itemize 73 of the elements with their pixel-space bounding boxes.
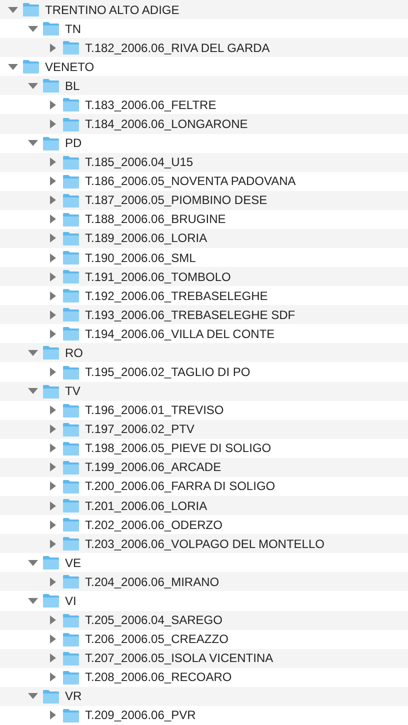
folder-name[interactable]: T.206_2006.05_CREAZZO bbox=[85, 632, 228, 646]
folder-icon bbox=[62, 612, 80, 628]
folder-icon bbox=[42, 345, 60, 360]
folder-icon bbox=[62, 517, 80, 532]
folder-name[interactable]: T.183_2006.06_FELTRE bbox=[85, 98, 216, 112]
folder-icon bbox=[42, 555, 60, 570]
folder-icon bbox=[62, 574, 80, 590]
collapse-triangle-icon[interactable] bbox=[26, 691, 40, 702]
folder-icon bbox=[42, 593, 60, 608]
folder-icon bbox=[62, 154, 80, 170]
folder-icon bbox=[62, 536, 80, 552]
folder-icon bbox=[22, 59, 40, 74]
folder-name[interactable]: VI bbox=[65, 594, 76, 608]
collapse-triangle-icon[interactable] bbox=[26, 24, 40, 34]
folder-icon bbox=[62, 230, 80, 246]
folder-icon bbox=[62, 460, 80, 475]
collapse-triangle-icon[interactable] bbox=[26, 80, 40, 91]
collapse-triangle-icon[interactable] bbox=[26, 348, 40, 358]
folder-icon bbox=[62, 402, 80, 418]
folder-icon bbox=[62, 708, 80, 723]
folder-name[interactable]: T.196_2006.01_TREVISO bbox=[85, 403, 224, 418]
folder-icon bbox=[62, 97, 80, 112]
folder-name[interactable]: TN bbox=[65, 22, 81, 36]
folder-name[interactable]: VENETO bbox=[45, 60, 94, 74]
folder-icon bbox=[62, 269, 80, 284]
folder-name[interactable]: RO bbox=[65, 346, 83, 360]
folder-name[interactable]: VR bbox=[65, 689, 82, 704]
folder-name[interactable]: T.185_2006.04_U15 bbox=[85, 155, 194, 170]
folder-name[interactable]: T.188_2006.06_BRUGINE bbox=[85, 212, 226, 226]
folder-icon bbox=[42, 21, 60, 36]
collapse-triangle-icon[interactable] bbox=[26, 596, 40, 606]
folder-name[interactable]: PD bbox=[65, 136, 82, 150]
folder-icon bbox=[62, 250, 80, 266]
folder-name[interactable]: T.202_2006.06_ODERZO bbox=[85, 518, 222, 532]
folder-name[interactable]: TV bbox=[65, 384, 80, 398]
folder-icon bbox=[62, 478, 80, 494]
folder-icon bbox=[62, 440, 80, 456]
folder-name[interactable]: T.208_2006.06_RECOARO bbox=[85, 670, 232, 684]
folder-icon bbox=[42, 78, 60, 94]
folder-name[interactable]: BL bbox=[65, 78, 80, 93]
folder-icon bbox=[62, 650, 80, 666]
folder-name[interactable]: T.186_2006.05_NOVENTA PADOVANA bbox=[85, 174, 296, 188]
folder-name[interactable]: T.195_2006.02_TAGLIO DI PO bbox=[85, 365, 250, 380]
folder-icon bbox=[62, 116, 80, 132]
folder-name[interactable]: T.194_2006.06_VILLA DEL CONTE bbox=[85, 326, 275, 341]
folder-icon bbox=[62, 364, 80, 380]
folder-icon bbox=[62, 212, 80, 227]
folder-name[interactable]: T.198_2006.05_PIEVE DI SOLIGO bbox=[85, 441, 272, 456]
collapse-triangle-icon[interactable] bbox=[6, 62, 20, 72]
folder-icon bbox=[62, 307, 80, 322]
folder-icon bbox=[62, 632, 80, 647]
folder-icon bbox=[62, 422, 80, 437]
folder-icon bbox=[62, 498, 80, 514]
folder-icon bbox=[62, 326, 80, 342]
collapse-triangle-icon[interactable] bbox=[26, 558, 40, 568]
folder-name[interactable]: VE bbox=[65, 556, 82, 570]
folder-icon bbox=[42, 136, 60, 151]
folder-icon bbox=[22, 2, 40, 18]
folder-name[interactable]: T.209_2006.06_PVR bbox=[85, 708, 196, 722]
collapse-triangle-icon[interactable] bbox=[26, 386, 40, 396]
folder-name[interactable]: T.197_2006.02_PTV bbox=[85, 422, 194, 436]
collapse-triangle-icon[interactable] bbox=[26, 138, 40, 148]
folder-icon bbox=[42, 384, 60, 399]
folder-icon bbox=[62, 288, 80, 304]
folder-icon bbox=[62, 40, 80, 56]
collapse-triangle-icon[interactable] bbox=[6, 4, 20, 15]
folder-name[interactable]: T.190_2006.06_SML bbox=[85, 250, 196, 265]
folder-name[interactable]: T.200_2006.06_FARRA DI SOLIGO bbox=[85, 479, 276, 494]
folder-icon bbox=[62, 670, 80, 685]
folder-icon bbox=[62, 192, 80, 208]
folder-name[interactable]: T.192_2006.06_TREBASELEGHE bbox=[85, 288, 268, 303]
folder-icon bbox=[42, 688, 60, 704]
folder-icon bbox=[62, 174, 80, 189]
